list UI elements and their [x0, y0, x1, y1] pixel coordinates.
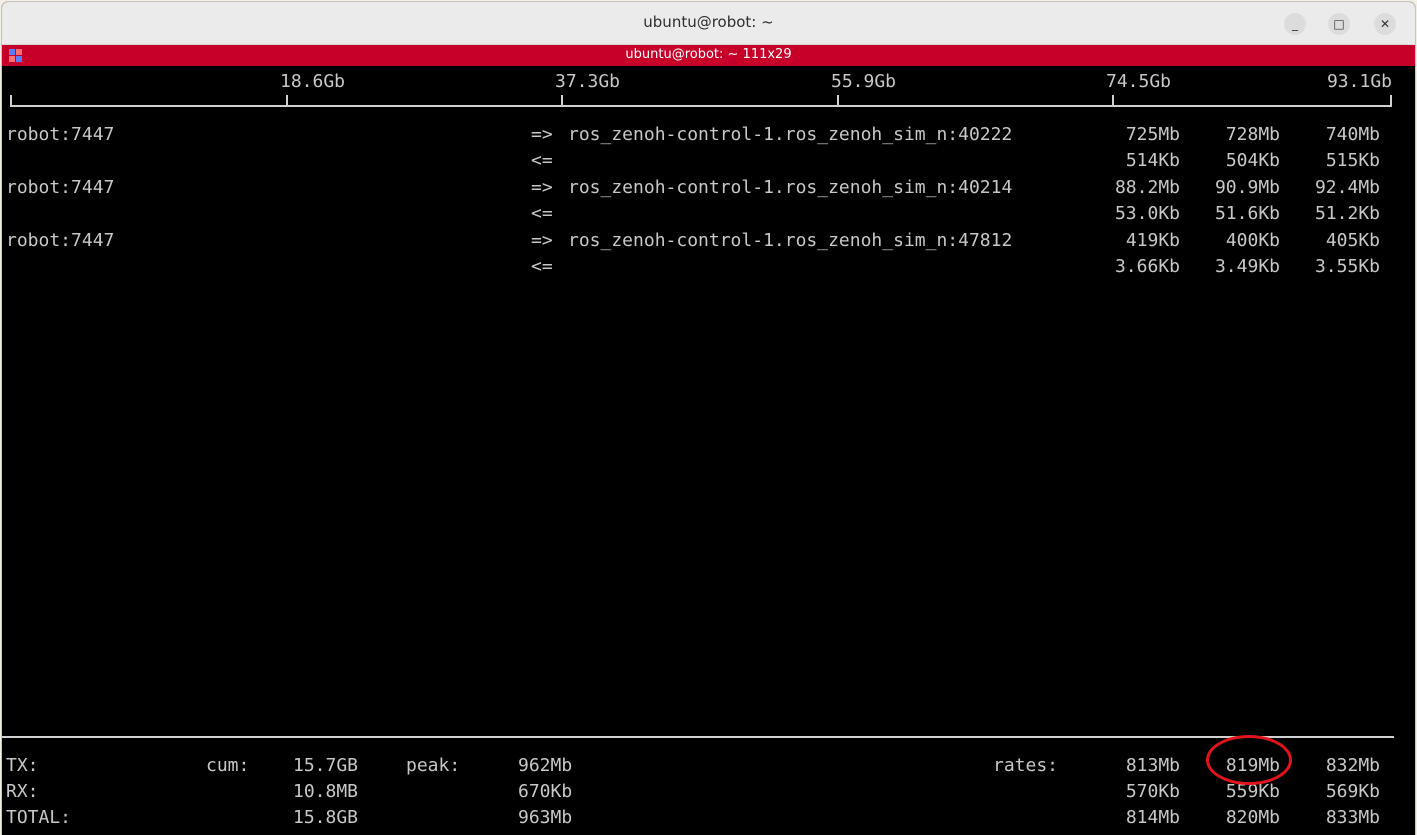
rate-40s: 51.2Kb: [1314, 203, 1380, 224]
scale-tick-label: 74.5Gb: [1106, 71, 1172, 92]
summary-tx-label: TX:: [6, 755, 39, 776]
summary-separator: [2, 736, 1394, 738]
scale-tick: [1112, 95, 1114, 107]
scale-tick-label: 93.1Gb: [1326, 71, 1392, 92]
rx-arrow: <=: [531, 256, 553, 277]
tx-peak-value: 962Mb: [518, 755, 573, 776]
connection-host: robot:7447: [6, 124, 115, 145]
total-peak-value: 963Mb: [518, 807, 573, 828]
tx-arrow: =>: [531, 177, 553, 198]
tx-arrow: =>: [531, 124, 553, 145]
total-rate-10s: 820Mb: [1225, 807, 1280, 828]
peak-label: peak:: [406, 755, 461, 776]
rate-40s: 3.55Kb: [1314, 256, 1380, 277]
rate-2s: 3.66Kb: [1114, 256, 1180, 277]
scale-tick: [286, 95, 288, 107]
terminal-window: ubuntu@robot: ~ _ □ ✕ ubuntu@robot: ~ 11…: [2, 2, 1415, 835]
scale-axis: [10, 105, 1392, 107]
annotation-circle: [1206, 735, 1292, 785]
scale-tick-label: 18.6Gb: [280, 71, 346, 92]
scale-tick: [837, 95, 839, 107]
rate-2s: 88.2Mb: [1114, 177, 1180, 198]
iftop-output[interactable]: 18.6Gb 37.3Gb 55.9Gb 74.5Gb 93.1Gb robot…: [2, 66, 1415, 835]
rate-40s: 92.4Mb: [1314, 177, 1380, 198]
scale-tick: [1390, 95, 1392, 107]
rx-rate-2s: 570Kb: [1125, 781, 1180, 802]
connection-peer: ros_zenoh-control-1.ros_zenoh_sim_n:4021…: [568, 177, 1013, 198]
title-bar[interactable]: ubuntu@robot: ~ _ □ ✕: [2, 2, 1415, 45]
rate-40s: 740Mb: [1325, 124, 1380, 145]
rate-2s: 53.0Kb: [1114, 203, 1180, 224]
rate-10s: 3.49Kb: [1214, 256, 1280, 277]
total-rate-2s: 814Mb: [1125, 807, 1180, 828]
rate-2s: 725Mb: [1125, 124, 1180, 145]
connection-peer: ros_zenoh-control-1.ros_zenoh_sim_n:4781…: [568, 230, 1013, 251]
rx-cum-value: 10.8MB: [293, 781, 359, 802]
total-rate-40s: 833Mb: [1325, 807, 1380, 828]
rate-2s: 514Kb: [1125, 150, 1180, 171]
total-cum-value: 15.8GB: [293, 807, 359, 828]
rates-label: rates:: [993, 755, 1059, 776]
summary-rx-label: RX:: [6, 781, 39, 802]
scale-tick-label: 37.3Gb: [555, 71, 621, 92]
tx-arrow: =>: [531, 230, 553, 251]
rx-rate-40s: 569Kb: [1325, 781, 1380, 802]
rate-40s: 405Kb: [1325, 230, 1380, 251]
scale-tick: [10, 95, 12, 107]
rate-10s: 728Mb: [1225, 124, 1280, 145]
scale-tick: [561, 95, 563, 107]
close-icon[interactable]: ✕: [1374, 13, 1396, 35]
tx-rate-40s: 832Mb: [1325, 755, 1380, 776]
connection-peer: ros_zenoh-control-1.ros_zenoh_sim_n:4022…: [568, 124, 1013, 145]
rate-40s: 515Kb: [1325, 150, 1380, 171]
rx-arrow: <=: [531, 203, 553, 224]
tab-title: ubuntu@robot: ~ 111x29: [625, 47, 792, 62]
rate-10s: 504Kb: [1225, 150, 1280, 171]
rx-peak-value: 670Kb: [518, 781, 573, 802]
rate-2s: 419Kb: [1125, 230, 1180, 251]
connection-host: robot:7447: [6, 177, 115, 198]
rx-rate-10s: 559Kb: [1225, 781, 1280, 802]
rate-10s: 400Kb: [1225, 230, 1280, 251]
summary-total-label: TOTAL:: [6, 807, 72, 828]
maximize-icon[interactable]: □: [1328, 13, 1350, 35]
window-title: ubuntu@robot: ~: [643, 13, 774, 31]
cum-label: cum:: [206, 755, 250, 776]
scale-tick-label: 55.9Gb: [831, 71, 897, 92]
tab-bar: ubuntu@robot: ~ 111x29: [2, 45, 1415, 66]
connection-host: robot:7447: [6, 230, 115, 251]
minimize-icon[interactable]: _: [1284, 13, 1306, 35]
rate-10s: 90.9Mb: [1214, 177, 1280, 198]
tx-cum-value: 15.7GB: [293, 755, 359, 776]
tx-rate-2s: 813Mb: [1125, 755, 1180, 776]
rate-10s: 51.6Kb: [1214, 203, 1280, 224]
rx-arrow: <=: [531, 150, 553, 171]
